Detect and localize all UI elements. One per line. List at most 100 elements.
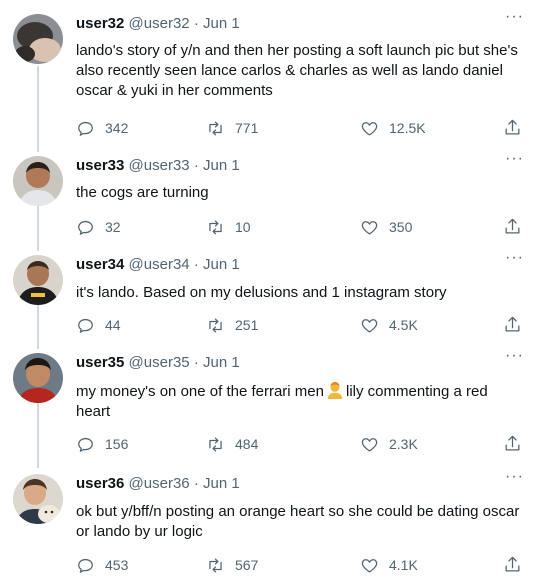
tweet-header: user34 @user34 · Jun 1 [76, 255, 240, 275]
user-handle[interactable]: @user33 [129, 157, 190, 174]
retweet-icon [209, 558, 222, 572]
user-name[interactable]: user32 [76, 15, 124, 32]
heart-icon [361, 558, 378, 572]
user-handle[interactable]: @user35 [129, 354, 190, 371]
more-options-icon[interactable]: ··· [505, 8, 524, 26]
retweet-button[interactable]: 251 [206, 315, 258, 335]
user-name[interactable]: user36 [76, 475, 124, 492]
reply-count: 453 [105, 557, 129, 573]
retweet-icon [209, 121, 222, 135]
retweet-button[interactable]: 484 [206, 434, 258, 454]
tweet-text: lando's story of y/n and then her postin… [76, 42, 518, 99]
more-options-icon[interactable]: ··· [505, 249, 524, 267]
person-emoji-icon [327, 381, 343, 399]
tweet-text: ok but y/bff/n posting an orange heart s… [76, 503, 520, 540]
tweet-header: user33 @user33 · Jun 1 [76, 156, 240, 176]
share-icon [505, 218, 520, 234]
reply-count: 342 [105, 120, 129, 136]
retweet-button[interactable]: 567 [206, 555, 258, 575]
heart-icon [361, 318, 378, 332]
tweet-actions: 342 771 12.5K [0, 118, 540, 138]
user-name[interactable]: user34 [76, 256, 124, 273]
more-options-icon[interactable]: ··· [505, 150, 524, 168]
tweet-text: the cogs are turning [76, 184, 209, 201]
user-handle[interactable]: @user32 [129, 15, 190, 32]
avatar[interactable] [13, 474, 63, 524]
like-button[interactable]: 350 [360, 217, 412, 237]
reply-icon [78, 121, 93, 136]
retweet-icon [209, 437, 222, 451]
tweet-date[interactable]: Jun 1 [203, 475, 240, 492]
retweet-button[interactable]: 771 [206, 118, 258, 138]
share-button[interactable] [503, 118, 522, 142]
tweet-date[interactable]: Jun 1 [203, 256, 240, 273]
retweet-count: 10 [235, 219, 251, 235]
like-button[interactable]: 2.3K [360, 434, 418, 454]
heart-icon [361, 437, 378, 451]
tweet-header: user35 @user35 · Jun 1 [76, 353, 240, 373]
share-icon [505, 316, 520, 332]
user-name[interactable]: user33 [76, 157, 124, 174]
reply-button[interactable]: 342 [76, 118, 128, 138]
reply-button[interactable]: 453 [76, 555, 128, 575]
retweet-count: 771 [235, 120, 259, 136]
retweet-icon [209, 220, 222, 234]
retweet-icon [209, 318, 222, 332]
tweet-actions: 32 10 350 [0, 217, 540, 237]
reply-icon [78, 318, 93, 333]
more-options-icon[interactable]: ··· [505, 468, 524, 486]
user-handle[interactable]: @user36 [129, 475, 190, 492]
tweet-actions: 156 484 2.3K [0, 434, 540, 454]
separator-dot: · [193, 15, 199, 32]
retweet-button[interactable]: 10 [206, 217, 251, 237]
avatar[interactable] [13, 353, 63, 403]
like-count: 4.5K [389, 317, 418, 333]
tweet-date[interactable]: Jun 1 [203, 157, 240, 174]
thread-line [37, 66, 39, 152]
share-icon [505, 435, 520, 451]
retweet-count: 251 [235, 317, 259, 333]
avatar[interactable] [13, 14, 63, 64]
reply-button[interactable]: 44 [76, 315, 121, 335]
retweet-count: 567 [235, 557, 259, 573]
user-handle[interactable]: @user34 [129, 256, 190, 273]
like-button[interactable]: 4.1K [360, 555, 418, 575]
tweet-text-part: my money's on one of the ferrari men [76, 383, 324, 400]
more-options-icon[interactable]: ··· [505, 347, 524, 365]
like-count: 350 [389, 219, 413, 235]
tweet-actions: 44 251 4.5K [0, 315, 540, 335]
avatar[interactable] [13, 255, 63, 305]
share-button[interactable] [503, 315, 522, 339]
reply-count: 32 [105, 219, 121, 235]
tweet-header: user32 @user32 · Jun 1 [76, 14, 240, 34]
heart-icon [361, 220, 378, 234]
separator-dot: · [193, 354, 199, 371]
like-count: 12.5K [389, 120, 426, 136]
like-count: 2.3K [389, 436, 418, 452]
tweet-date[interactable]: Jun 1 [203, 15, 240, 32]
tweet-actions: 453 567 4.1K [0, 555, 540, 575]
reply-button[interactable]: 156 [76, 434, 128, 454]
share-icon [505, 119, 520, 135]
reply-button[interactable]: 32 [76, 217, 121, 237]
like-button[interactable]: 12.5K [360, 118, 426, 138]
share-button[interactable] [503, 555, 522, 579]
like-count: 4.1K [389, 557, 418, 573]
share-icon [505, 556, 520, 572]
tweet-date[interactable]: Jun 1 [203, 354, 240, 371]
reply-count: 44 [105, 317, 121, 333]
separator-dot: · [193, 256, 199, 273]
user-name[interactable]: user35 [76, 354, 124, 371]
avatar[interactable] [13, 156, 63, 206]
share-button[interactable] [503, 217, 522, 241]
separator-dot: · [193, 157, 199, 174]
reply-icon [78, 558, 93, 573]
tweet-header: user36 @user36 · Jun 1 [76, 474, 240, 494]
reply-count: 156 [105, 436, 129, 452]
heart-icon [361, 121, 378, 135]
tweet-text: my money's on one of the ferrari men lily… [76, 381, 526, 422]
like-button[interactable]: 4.5K [360, 315, 418, 335]
retweet-count: 484 [235, 436, 259, 452]
separator-dot: · [193, 475, 199, 492]
share-button[interactable] [503, 434, 522, 458]
